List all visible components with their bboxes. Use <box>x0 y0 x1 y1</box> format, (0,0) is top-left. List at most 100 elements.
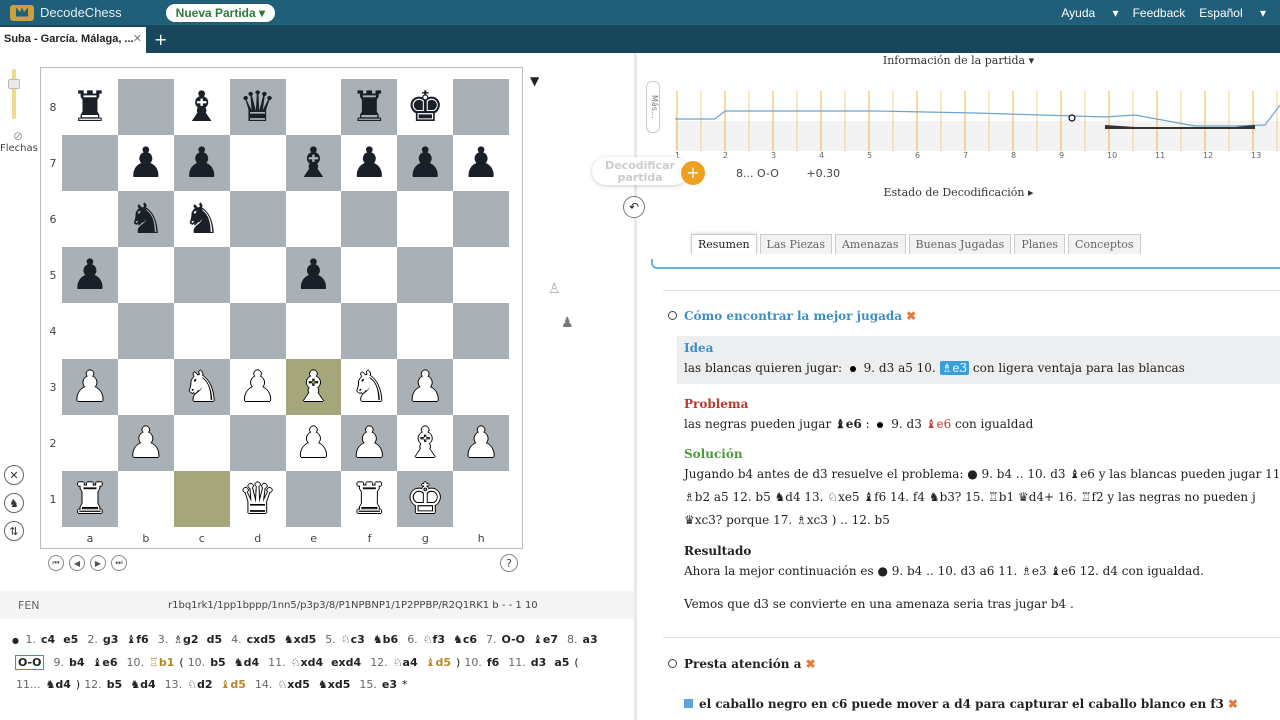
move[interactable]: ♖b1 <box>149 656 174 669</box>
square-f7[interactable]: ♟ <box>341 135 398 191</box>
tab-resumen[interactable]: Resumen <box>691 234 757 254</box>
white-piece-f3[interactable]: ♞ <box>350 366 388 408</box>
square-b6[interactable]: ♞ <box>117 191 174 247</box>
section-toggle-icon[interactable] <box>668 311 677 320</box>
move[interactable]: ♞c6 <box>453 633 477 646</box>
best-move-heading[interactable]: Cómo encontrar la mejor jugada ✖ <box>668 309 916 323</box>
plus-icon[interactable]: + <box>681 161 705 185</box>
white-piece-a1[interactable]: ♜ <box>71 478 109 520</box>
square-h3[interactable] <box>453 359 509 415</box>
move[interactable]: ( <box>574 656 578 669</box>
white-piece-e3[interactable]: ♝ <box>295 366 333 408</box>
next-move-icon[interactable]: ▶ <box>90 555 106 571</box>
square-b7[interactable]: ♟ <box>117 135 174 191</box>
close-tab-icon[interactable]: ✕ <box>133 32 142 45</box>
square-e1[interactable] <box>285 471 342 527</box>
move[interactable]: ♘xd5 <box>277 678 309 691</box>
decode-game-button[interactable]: Decodificar partida <box>592 157 688 185</box>
black-piece-g8[interactable]: ♚ <box>406 86 444 128</box>
move[interactable]: ) <box>76 678 80 691</box>
square-h6[interactable] <box>453 191 509 247</box>
decode-state-toggle[interactable]: Estado de Decodificación ▸ <box>637 186 1280 199</box>
solution-line-2[interactable]: ♗b2 a5 12. b5 ♞d4 13. ♘xe5 ♝f6 14. f4 ♞b… <box>684 490 1256 504</box>
problem-moves[interactable]: 9. d3 <box>891 417 922 431</box>
solution-line-1[interactable]: Jugando b4 antes de d3 resuelve el probl… <box>684 467 1280 481</box>
square-b8[interactable] <box>117 79 174 135</box>
move[interactable]: e5 <box>63 633 78 646</box>
square-g4[interactable] <box>397 303 454 359</box>
square-c6[interactable]: ♞ <box>173 191 230 247</box>
black-piece-c8[interactable]: ♝ <box>183 86 221 128</box>
move[interactable]: ♘d2 <box>187 678 212 691</box>
move[interactable]: ♘a4 <box>393 656 418 669</box>
black-piece-h7[interactable]: ♟ <box>462 142 500 184</box>
square-h8[interactable] <box>453 79 509 135</box>
square-d4[interactable] <box>229 303 286 359</box>
move[interactable]: ♝f6 <box>126 633 148 646</box>
problem-highlight-move[interactable]: ♝e6 <box>926 417 952 431</box>
move[interactable]: ♝e6 <box>93 656 118 669</box>
tab-buenas-jugadas[interactable]: Buenas Jugadas <box>908 234 1012 254</box>
move[interactable]: b5 <box>107 678 123 691</box>
move[interactable]: ♞d4 <box>234 656 259 669</box>
square-b1[interactable] <box>117 471 174 527</box>
square-f8[interactable]: ♜ <box>341 79 398 135</box>
square-a6[interactable] <box>62 191 118 247</box>
square-c4[interactable] <box>173 303 230 359</box>
last-move-icon[interactable]: ⏭ <box>111 555 127 571</box>
app-logo[interactable]: DecodeChess <box>10 4 122 21</box>
square-c8[interactable]: ♝ <box>173 79 230 135</box>
square-e7[interactable]: ♝ <box>285 135 342 191</box>
tab-conceptos[interactable]: Conceptos <box>1068 234 1141 254</box>
square-e4[interactable] <box>285 303 342 359</box>
move[interactable]: ♞b6 <box>373 633 398 646</box>
square-d5[interactable] <box>229 247 286 303</box>
square-e8[interactable] <box>285 79 342 135</box>
close-section-icon[interactable]: ✖ <box>906 309 916 323</box>
square-f5[interactable] <box>341 247 398 303</box>
white-piece-f2[interactable]: ♟ <box>350 422 388 464</box>
square-e5[interactable]: ♟ <box>285 247 342 303</box>
square-g5[interactable] <box>397 247 454 303</box>
square-e6[interactable] <box>285 191 342 247</box>
square-c7[interactable]: ♟ <box>173 135 230 191</box>
add-tab-icon[interactable]: + <box>154 30 167 49</box>
square-f3[interactable]: ♞ <box>341 359 398 415</box>
square-c1[interactable] <box>173 471 230 527</box>
square-g1[interactable]: ♚ <box>397 471 454 527</box>
close-section-icon[interactable]: ✖ <box>805 657 815 671</box>
arrow-slider[interactable] <box>8 69 20 119</box>
help-icon[interactable]: ? <box>500 554 518 572</box>
undo-icon[interactable]: ↶ <box>623 196 645 218</box>
square-c2[interactable] <box>173 415 230 471</box>
close-item-icon[interactable]: ✖ <box>1228 697 1238 711</box>
white-piece-g2[interactable]: ♝ <box>406 422 444 464</box>
move[interactable]: O-O <box>502 633 525 646</box>
square-f4[interactable] <box>341 303 398 359</box>
evaluation-graph[interactable] <box>675 91 1280 151</box>
move[interactable]: ♞d4 <box>130 678 155 691</box>
white-piece-g1[interactable]: ♚ <box>406 478 444 520</box>
black-piece-d8[interactable]: ♛ <box>239 86 277 128</box>
move[interactable]: O-O <box>15 655 45 670</box>
tab-planes[interactable]: Planes <box>1014 234 1066 254</box>
square-g8[interactable]: ♚ <box>397 79 454 135</box>
square-f2[interactable]: ♟ <box>341 415 398 471</box>
white-piece-b2[interactable]: ♟ <box>127 422 165 464</box>
square-g2[interactable]: ♝ <box>397 415 454 471</box>
square-h7[interactable]: ♟ <box>453 135 509 191</box>
square-b3[interactable] <box>117 359 174 415</box>
square-g7[interactable]: ♟ <box>397 135 454 191</box>
move[interactable]: ) <box>456 656 460 669</box>
black-piece-f7[interactable]: ♟ <box>350 142 388 184</box>
square-e3[interactable]: ♝ <box>285 359 342 415</box>
move[interactable]: cxd5 <box>247 633 276 646</box>
tab-amenazas[interactable]: Amenazas <box>834 234 906 254</box>
square-b2[interactable]: ♟ <box>117 415 174 471</box>
move[interactable]: a5 <box>554 656 569 669</box>
square-e2[interactable]: ♟ <box>285 415 342 471</box>
black-piece-b7[interactable]: ♟ <box>127 142 165 184</box>
move[interactable]: e3 <box>382 678 397 691</box>
square-h1[interactable] <box>453 471 509 527</box>
move[interactable]: f6 <box>487 656 499 669</box>
